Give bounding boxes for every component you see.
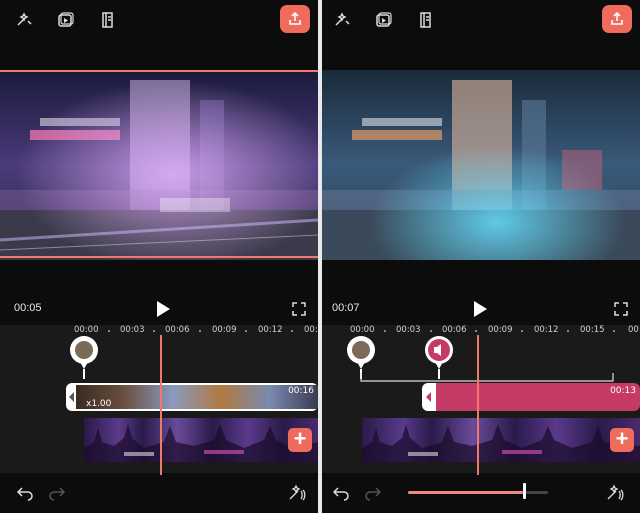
clip-speed: x1.00 [86,399,112,409]
ruler-tick: 00:03 [120,325,145,335]
add-clip-button[interactable]: + [610,428,634,452]
playhead[interactable] [160,335,162,475]
video-preview[interactable] [0,70,318,260]
redo-icon[interactable] [364,483,382,501]
editor-panel-left: 00:05 00:00 00:03 00:06 00:09 00:12 00:1 [0,0,318,513]
media-icon[interactable] [56,10,76,30]
night-street-scene [0,70,318,260]
media-icon[interactable] [374,10,394,30]
book-icon[interactable] [98,10,118,30]
ruler-tick: 00:00 [74,325,99,335]
ruler-tick: 00:12 [258,325,283,335]
volume-slider-fill [408,491,523,494]
audio-range-bracket [360,373,614,382]
ruler-tick: 00:15 [580,325,605,335]
magic-wand-icon[interactable] [14,10,34,30]
app-screen: 00:05 00:00 00:03 00:06 00:09 00:12 00:1 [0,0,640,513]
fullscreen-icon[interactable] [614,302,628,316]
audio-track[interactable]: 00:13 [422,383,640,411]
video-clip-track[interactable]: x1.00 00:16 [66,383,318,411]
export-button[interactable] [602,5,632,33]
night-street-scene [322,70,640,260]
ruler-tick: 00:06 [165,325,190,335]
play-icon[interactable] [155,300,171,318]
time-ruler: 00:00 00:03 00:06 00:09 00:12 00:1 [0,325,318,339]
city-skyline-thumbnails [84,424,318,462]
add-clip-button[interactable]: + [288,428,312,452]
ruler-tick: 00:06 [442,325,467,335]
effects-icon[interactable] [288,483,306,501]
book-icon[interactable] [416,10,436,30]
export-button[interactable] [280,5,310,33]
current-time: 00:05 [14,302,42,314]
clip-duration: 00:16 [288,386,314,396]
undo-icon[interactable] [332,483,350,501]
city-skyline-thumbnails [362,424,640,462]
ruler-tick: 00:00 [350,325,375,335]
ruler-tick: 00:09 [488,325,513,335]
effects-icon[interactable] [606,483,624,501]
ruler-tick: 00 [628,325,639,335]
magic-wand-icon[interactable] [332,10,352,30]
skyline-track[interactable]: + [362,418,640,462]
play-icon[interactable] [472,300,488,318]
ruler-tick: 00:03 [396,325,421,335]
clip-thumbnails [76,385,318,409]
timeline[interactable]: 00:00 00:03 00:06 00:09 00:12 00:15 00 0… [322,325,640,473]
share-icon [611,11,623,25]
fullscreen-icon[interactable] [292,302,306,316]
video-preview[interactable] [322,70,640,260]
trim-left-handle[interactable] [68,391,76,403]
clip-duration: 00:13 [610,386,636,396]
skyline-track[interactable]: + [84,418,318,462]
ruler-tick: 00:09 [212,325,237,335]
bottom-toolbar [322,475,640,513]
undo-icon[interactable] [16,483,34,501]
bottom-toolbar [0,475,318,513]
top-toolbar [322,0,640,42]
clip-marker-pin[interactable] [69,335,99,379]
playhead[interactable] [477,335,479,475]
volume-slider-knob[interactable] [522,483,526,499]
share-icon [289,11,301,25]
top-toolbar [0,0,318,42]
editor-panel-right: 00:07 00:00 00:03 00:06 00:09 00:12 00:1… [322,0,640,513]
current-time: 00:07 [332,302,360,314]
trim-left-handle[interactable] [422,383,436,411]
selection-top-line [0,70,318,72]
timeline[interactable]: 00:00 00:03 00:06 00:09 00:12 00:1 [0,325,318,473]
ruler-tick: 00:12 [534,325,559,335]
ruler-tick: 00:1 [304,325,318,335]
redo-icon[interactable] [48,483,66,501]
selection-bottom-line [0,256,318,258]
